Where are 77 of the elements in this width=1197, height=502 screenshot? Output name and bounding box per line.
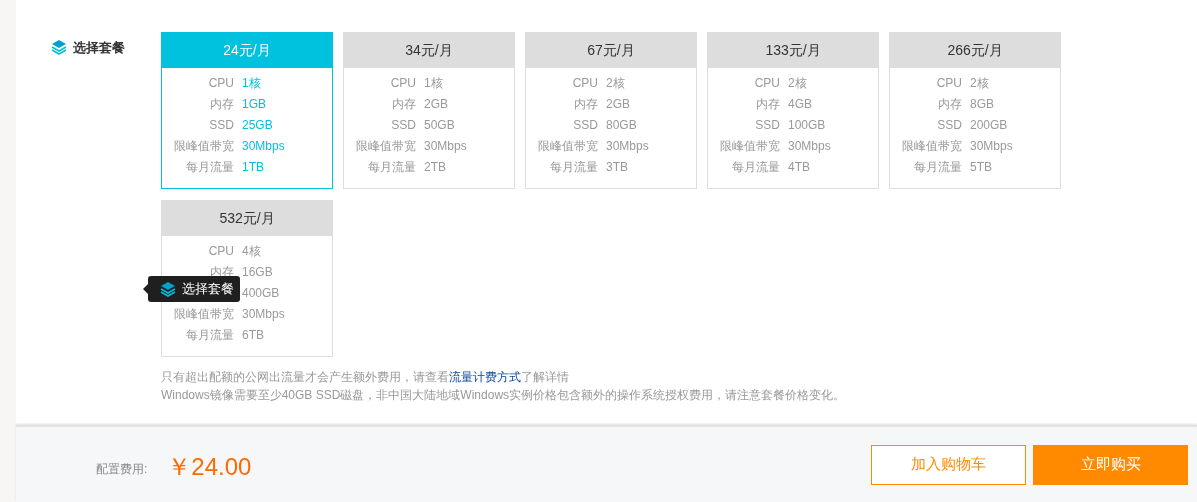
spec-label: 每月流量 [731,159,780,176]
spec-value: 8GB [970,96,995,113]
spec-value: 2核 [788,75,808,92]
spec-label: 内存 [937,96,962,113]
spec-value: 6TB [242,327,265,344]
spec-value: 2GB [424,96,449,113]
spec-value: 16GB [242,264,274,281]
note-text: Windows镜像需要至少40GB SSD磁盘，非中国大陆地域Windows实例价格包含额外的操作系统授权费用，请注意套餐价格变化。 [161,387,847,403]
spec-value: 1GB [242,96,267,113]
spec-value: 50GB [424,117,456,134]
spec-value: 5TB [970,159,993,176]
spec-label: CPU [389,75,416,92]
spec-label: CPU [753,75,780,92]
spec-label: SSD [572,117,598,134]
spec-value: 2核 [606,75,626,92]
spec-value: 3TB [606,159,629,176]
spec-label: CPU [207,243,234,260]
spec-label: 内存 [573,96,598,113]
spec-label: CPU [935,75,962,92]
tooltip-text: 选择套餐 [182,280,234,298]
spec-label: SSD [390,117,416,134]
section-title: 选择套餐 [73,39,125,57]
spec-value: 1核 [242,75,262,92]
spec-value: 2TB [424,159,447,176]
spec-value: 30Mbps [788,138,832,155]
spec-value: 30Mbps [242,306,286,323]
spec-value: 30Mbps [424,138,468,155]
spec-value: 2核 [970,75,990,92]
spec-label: 限峰值带宽 [173,306,234,323]
cost-label: 配置费用: [96,461,148,478]
spec-value: 1TB [242,159,265,176]
spec-label: 每月流量 [913,159,962,176]
spec-label: CPU [207,75,234,92]
spec-label: 内存 [209,96,234,113]
spec-label: CPU [571,75,598,92]
spec-label: 限峰值带宽 [173,138,234,155]
spec-value: 30Mbps [242,138,286,155]
spec-value: 200GB [970,117,1009,134]
spec-value: 2GB [606,96,631,113]
spec-label: 限峰值带宽 [537,138,598,155]
spec-value: 1核 [424,75,444,92]
note-text: 只有超出配额的公网出流量才会产生额外费用，请查看流量计费方式了解详情 [161,369,570,385]
spec-label: 内存 [755,96,780,113]
pricing-link[interactable]: 流量计费方式 [449,370,521,384]
spec-label: SSD [754,117,780,134]
spec-label: SSD [936,117,962,134]
plan-card[interactable]: 266元/月 CPU 2核 内存 8GB SSD 200GB 限峰值带宽 30Mbps 每月流量 5TB [889,32,1061,189]
spec-label: 内存 [391,96,416,113]
spec-value: 30Mbps [970,138,1014,155]
total-price: ￥24.00 [167,451,252,482]
plan-price: 34元/月 [405,41,453,60]
layers-icon [51,39,67,55]
spec-label: 每月流量 [185,327,234,344]
plan-price: 67元/月 [587,41,635,60]
plan-price: 532元/月 [219,209,275,228]
spec-label: 限峰值带宽 [719,138,780,155]
plan-card[interactable]: 34元/月 CPU 1核 内存 2GB SSD 50GB 限峰值带宽 30Mbps 每月流量 2TB [343,32,515,189]
spec-label: 限峰值带宽 [355,138,416,155]
plan-price: 133元/月 [765,41,821,60]
spec-value: 100GB [788,117,827,134]
spec-value: 25GB [242,117,274,134]
plan-price: 24元/月 [223,41,271,60]
spec-value: 4核 [242,243,262,260]
plan-card[interactable]: 133元/月 CPU 2核 内存 4GB SSD 100GB 限峰值带宽 30Mbps 每月流量 4TB [707,32,879,189]
spec-label: SSD [208,117,234,134]
spec-label: 每月流量 [367,159,416,176]
spec-value: 80GB [606,117,638,134]
spec-label: 每月流量 [549,159,598,176]
plan-card[interactable]: 67元/月 CPU 2核 内存 2GB SSD 80GB 限峰值带宽 30Mbps 每月流量 3TB [525,32,697,189]
spec-label: 每月流量 [185,159,234,176]
spec-value: 4TB [788,159,811,176]
spec-label: 限峰值带宽 [901,138,962,155]
spec-value: 400GB [242,285,281,302]
spec-value: 4GB [788,96,813,113]
spec-value: 30Mbps [606,138,650,155]
layers-icon [160,281,176,297]
plan-price: 266元/月 [947,41,1003,60]
